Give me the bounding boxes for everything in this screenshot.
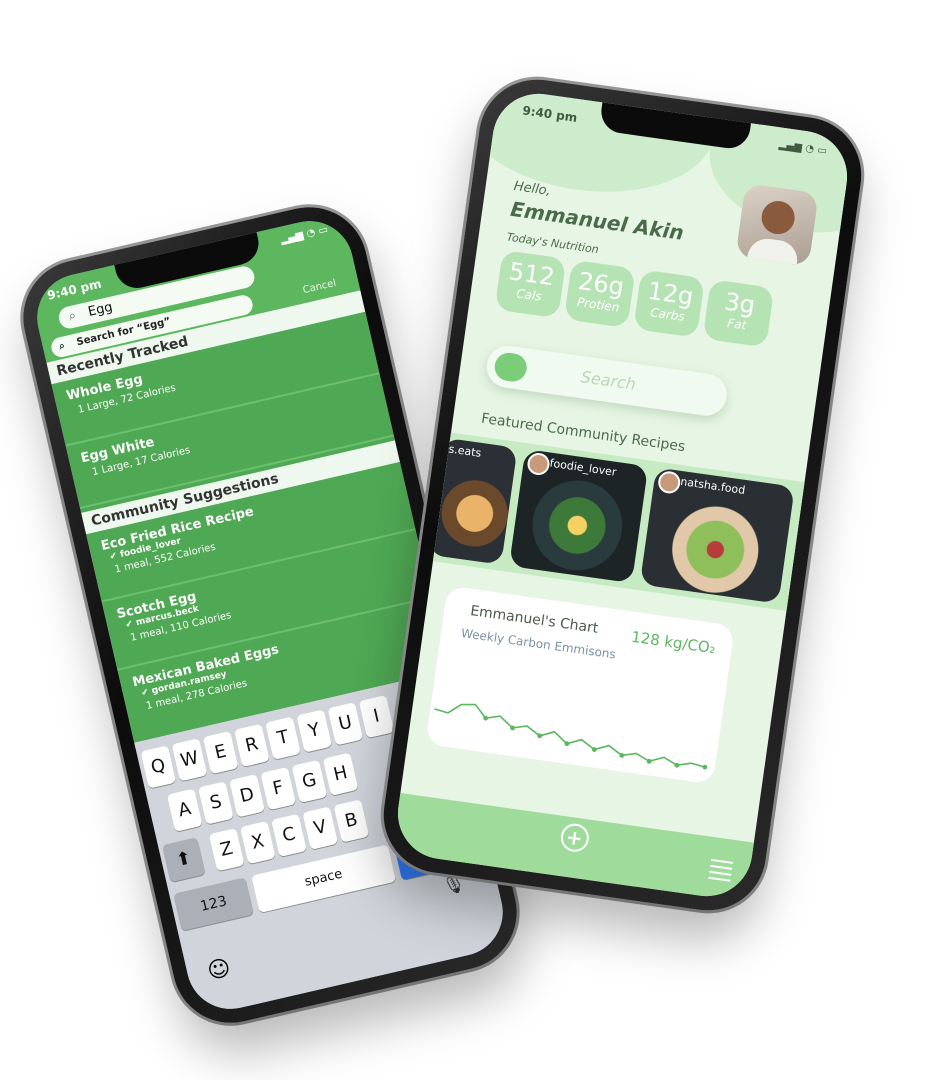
results-panel: 9:40 pm ▂▄▆ ◔ ▭ ⌕ Egg ⌕ Search for “Egg”… xyxy=(28,212,449,743)
nutrition-card-protein[interactable]: 26g Protien xyxy=(563,259,636,329)
key-u[interactable]: U xyxy=(327,702,364,746)
key-g[interactable]: G xyxy=(291,759,328,804)
avatar xyxy=(656,469,682,495)
recipe-user: natsha.food xyxy=(679,474,747,497)
barcode-icon[interactable] xyxy=(492,351,529,384)
key-a[interactable]: A xyxy=(166,788,203,832)
plus-icon: + xyxy=(564,824,585,851)
key-t[interactable]: T xyxy=(265,716,301,760)
key-x[interactable]: X xyxy=(239,820,276,865)
key-v[interactable]: V xyxy=(302,806,339,850)
avatar xyxy=(526,451,551,477)
recipe-user: s.eats xyxy=(447,442,483,460)
search-value: Egg xyxy=(86,299,115,320)
search-placeholder: Search xyxy=(579,367,638,394)
cancel-button[interactable]: Cancel xyxy=(302,278,337,296)
key-r[interactable]: R xyxy=(233,723,270,768)
key-q[interactable]: Q xyxy=(140,745,177,789)
right-screen: 9:40 pm ▂▄▆ ◔ ▭ Hello, Emmanuel Akin Tod… xyxy=(392,87,853,903)
key-w[interactable]: W xyxy=(171,738,208,782)
shift-key[interactable]: ⬆ xyxy=(162,837,206,883)
status-icons: ▂▄▆ ◔ ▭ xyxy=(279,224,330,246)
key-b[interactable]: B xyxy=(333,799,370,843)
search-input[interactable]: Search xyxy=(484,343,730,419)
background-blob xyxy=(447,87,726,208)
sparkline xyxy=(434,703,708,770)
home-indicator xyxy=(305,970,414,1000)
key-s[interactable]: S xyxy=(197,781,234,825)
key-d[interactable]: D xyxy=(229,774,265,818)
nutrition-card-cals[interactable]: 512 Cals xyxy=(494,249,567,319)
numbers-key[interactable]: 123 xyxy=(173,877,254,931)
carbon-chart-card[interactable]: Emmanuel's Chart 128 kg/CO₂ Weekly Carbo… xyxy=(425,585,735,785)
nutrition-card-fat[interactable]: 3g Fat xyxy=(702,279,775,348)
key-i[interactable]: I xyxy=(358,694,395,739)
key-y[interactable]: Y xyxy=(296,709,333,753)
recipe-carousel: s.eats foodie_lover natsha.food xyxy=(423,431,818,613)
key-e[interactable]: E xyxy=(202,730,239,775)
add-button[interactable]: + xyxy=(558,821,591,854)
search-icon: ⌕ xyxy=(67,308,78,325)
avatar[interactable] xyxy=(735,183,819,267)
shift-icon: ⬆ xyxy=(173,847,194,872)
key-c[interactable]: C xyxy=(271,813,307,858)
right-phone: 9:40 pm ▂▄▆ ◔ ▭ Hello, Emmanuel Akin Tod… xyxy=(376,72,869,918)
status-time: 9:40 pm xyxy=(45,276,103,303)
key-z[interactable]: Z xyxy=(208,828,245,872)
chart-value: 128 kg/CO₂ xyxy=(630,627,717,658)
key-h[interactable]: H xyxy=(322,752,359,796)
key-f[interactable]: F xyxy=(260,766,297,811)
recipe-card[interactable]: s.eats xyxy=(427,437,518,565)
nutrition-card-carbs[interactable]: 12g Carbs xyxy=(633,269,705,338)
menu-icon[interactable] xyxy=(708,858,734,886)
recipe-user: foodie_lover xyxy=(548,456,618,479)
emoji-icon[interactable]: ☺ xyxy=(205,955,233,985)
search-icon: ⌕ xyxy=(58,340,67,353)
recipe-card[interactable]: foodie_lover xyxy=(509,449,649,584)
recipe-card[interactable]: natsha.food xyxy=(639,467,795,604)
